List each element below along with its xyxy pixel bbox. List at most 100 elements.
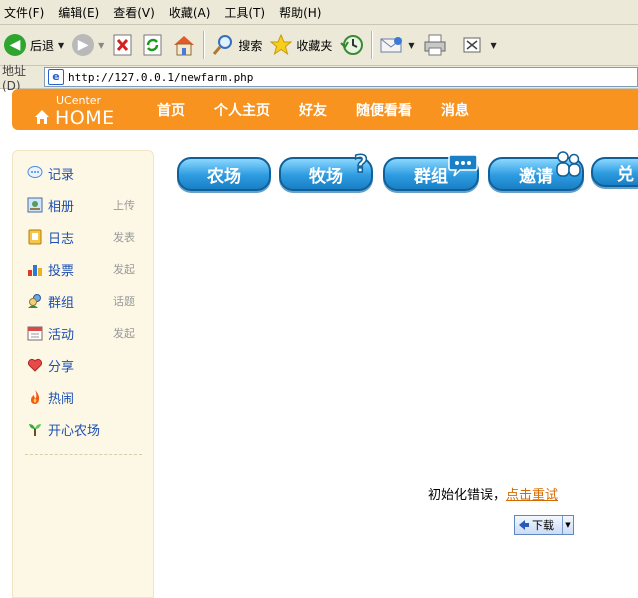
- download-arrow-icon: [519, 520, 529, 530]
- people-icon: [556, 151, 581, 177]
- redeem-button[interactable]: 兑: [591, 157, 638, 187]
- stop-button[interactable]: [108, 28, 138, 62]
- sidebar-item-share[interactable]: 分享: [27, 355, 147, 375]
- error-text: 初始化错误，: [428, 488, 507, 503]
- sidebar-subaction-start-poll[interactable]: 发起: [113, 261, 135, 277]
- nav-browse[interactable]: 随便看看: [356, 100, 412, 120]
- sidebar-item-label: 群组: [48, 295, 75, 311]
- edit-button[interactable]: ▼: [459, 28, 501, 62]
- sidebar-subaction-topic[interactable]: 话题: [113, 293, 135, 309]
- sidebar-item-label: 相册: [48, 199, 75, 215]
- back-arrow-icon: ◀: [4, 34, 26, 56]
- main-nav: 首页 个人主页 好友 随便看看 消息: [157, 89, 498, 130]
- star-icon: [270, 34, 293, 56]
- sidebar-item-label: 记录: [48, 167, 75, 183]
- svg-text:?: ?: [354, 150, 368, 176]
- nav-home[interactable]: 首页: [157, 100, 185, 120]
- sidebar-subaction-upload[interactable]: 上传: [113, 197, 135, 213]
- menu-tools[interactable]: 工具(T): [220, 4, 275, 21]
- forward-arrow-icon: ▶: [72, 34, 95, 56]
- search-button[interactable]: 搜索: [208, 28, 266, 62]
- mail-button[interactable]: ▼: [376, 28, 418, 62]
- print-button[interactable]: [419, 28, 451, 62]
- sidebar-item-label: 活动: [48, 327, 75, 343]
- nav-profile[interactable]: 个人主页: [214, 100, 270, 120]
- menu-favorites[interactable]: 收藏(A): [165, 4, 221, 21]
- download-button[interactable]: 下载 ▼: [514, 515, 574, 535]
- sidebar-item-label: 分享: [48, 359, 75, 375]
- download-label: 下载: [532, 519, 554, 532]
- house-icon: [35, 110, 49, 124]
- address-label: 地址(D): [2, 63, 27, 93]
- chat-bubble-icon: [448, 154, 478, 177]
- invite-button-label: 邀请: [519, 166, 553, 187]
- retry-link[interactable]: 点击重试: [506, 488, 558, 503]
- heart-icon: [27, 358, 43, 372]
- ranch-button-label: 牧场: [309, 166, 343, 187]
- menu-view[interactable]: 查看(V): [109, 4, 165, 21]
- sidebar-subaction-post[interactable]: 发表: [113, 229, 135, 245]
- sidebar-item-event[interactable]: 活动 发起: [27, 323, 147, 343]
- chevron-down-icon[interactable]: ▼: [491, 41, 497, 50]
- back-label: 后退: [30, 38, 55, 53]
- menu-help[interactable]: 帮助(H): [275, 4, 331, 21]
- flame-icon: [31, 390, 40, 404]
- address-input[interactable]: e http://127.0.0.1/newfarm.php: [44, 67, 638, 87]
- stop-icon: [113, 34, 132, 56]
- favorites-button[interactable]: 收藏夹: [266, 28, 336, 62]
- sidebar-item-records[interactable]: 记录: [27, 163, 147, 183]
- forward-button[interactable]: ▶ ▼: [68, 28, 108, 62]
- address-bar: 地址(D) e http://127.0.0.1/newfarm.php: [0, 64, 638, 93]
- sidebar-divider: [25, 454, 142, 455]
- document-icon: [463, 37, 481, 53]
- question-mark-icon: ?: [353, 150, 368, 176]
- redeem-button-label: 兑: [617, 164, 634, 185]
- sidebar-item-poll[interactable]: 投票 发起: [27, 259, 147, 279]
- sidebar-item-label: 开心农场: [48, 423, 101, 439]
- logo-ucenter: UCenter: [56, 94, 102, 107]
- menu-file[interactable]: 文件(F): [0, 4, 54, 21]
- chevron-down-icon[interactable]: ▼: [408, 41, 414, 50]
- sidebar-item-label: 日志: [48, 231, 75, 247]
- bar-chart-icon: [28, 265, 42, 276]
- chevron-down-icon[interactable]: ▼: [58, 41, 64, 50]
- nav-friends[interactable]: 好友: [299, 100, 327, 120]
- menu-bar: 文件(F) 编辑(E) 查看(V) 收藏(A) 工具(T) 帮助(H): [0, 0, 638, 25]
- search-icon: [213, 35, 233, 55]
- printer-icon: [424, 34, 446, 56]
- chevron-down-icon[interactable]: ▼: [562, 516, 573, 534]
- farm-button[interactable]: 农场: [177, 157, 271, 191]
- speech-bubble-icon: [27, 166, 43, 178]
- page-icon: e: [48, 69, 64, 85]
- sidebar-item-label: 投票: [48, 263, 75, 279]
- sprout-icon: [29, 424, 41, 436]
- back-button[interactable]: ◀ 后退 ▼: [0, 28, 68, 62]
- sidebar: 记录 相册 上传 日志 发表 投票 发起 群组 话题 活动 发起 分享 热闹 开…: [12, 150, 154, 598]
- history-button[interactable]: [336, 28, 368, 62]
- menu-edit[interactable]: 编辑(E): [54, 4, 109, 21]
- chevron-down-icon[interactable]: ▼: [98, 41, 104, 50]
- sidebar-item-label: 热闹: [48, 391, 75, 407]
- sidebar-subaction-start-event[interactable]: 发起: [113, 325, 135, 341]
- farm-button-label: 农场: [207, 166, 241, 187]
- sidebar-item-group[interactable]: 群组 话题: [27, 291, 147, 311]
- toolbar-separator: [371, 31, 374, 59]
- group-button-label: 群组: [414, 166, 448, 187]
- toolbar: ◀ 后退 ▼ ▶ ▼ 搜索 收藏夹 ▼ ▼: [0, 25, 638, 66]
- home-button[interactable]: [168, 28, 200, 62]
- refresh-icon: [143, 34, 162, 56]
- calendar-icon: [27, 326, 43, 341]
- site-header: UCenter HOME 首页 个人主页 好友 随便看看 消息: [12, 89, 638, 130]
- sidebar-item-blog[interactable]: 日志 发表: [27, 227, 147, 247]
- nav-messages[interactable]: 消息: [441, 100, 469, 120]
- mail-icon: [380, 37, 403, 53]
- address-url: http://127.0.0.1/newfarm.php: [68, 70, 254, 84]
- sidebar-item-album[interactable]: 相册 上传: [27, 195, 147, 215]
- sidebar-item-hot[interactable]: 热闹: [27, 387, 147, 407]
- photo-icon: [27, 197, 43, 213]
- notebook-icon: [28, 229, 42, 245]
- refresh-button[interactable]: [138, 28, 168, 62]
- sidebar-item-happy-farm[interactable]: 开心农场: [27, 419, 147, 439]
- logo-home: HOME: [55, 107, 115, 129]
- init-error-message: 初始化错误，点击重试: [428, 484, 558, 503]
